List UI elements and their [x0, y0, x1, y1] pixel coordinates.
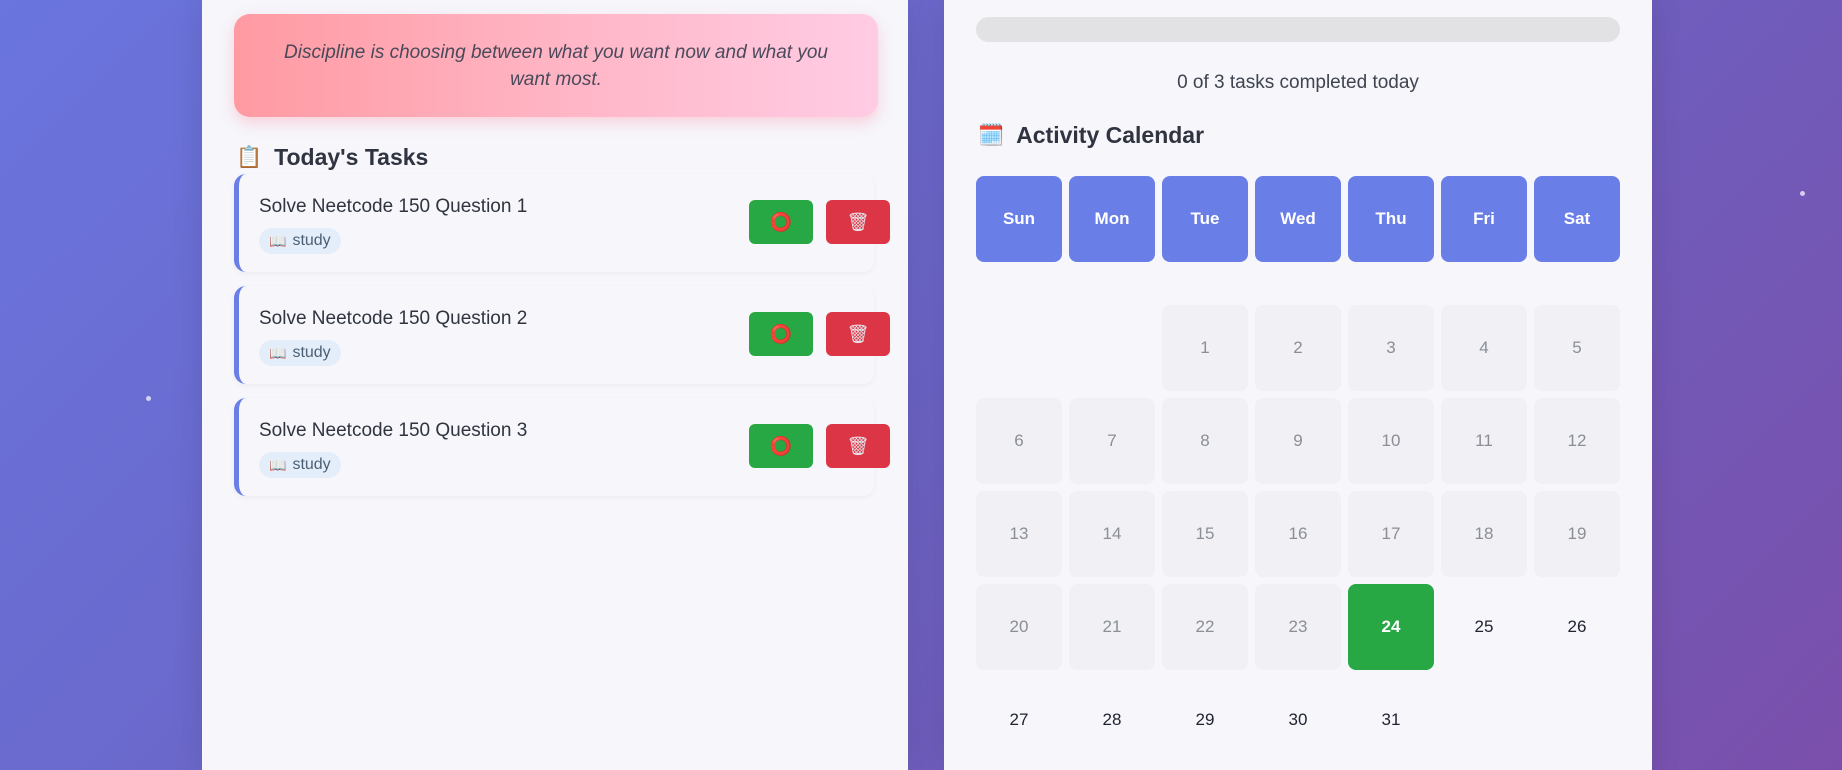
calendar-day[interactable]: 2 — [1255, 305, 1341, 391]
calendar-day[interactable]: 8 — [1162, 398, 1248, 484]
calendar-day[interactable]: 10 — [1348, 398, 1434, 484]
delete-task-button[interactable]: 🗑 — [826, 424, 890, 468]
complete-task-button[interactable]: ⭕ — [749, 424, 813, 468]
weekday-header: Sat — [1534, 176, 1620, 262]
calendar-day[interactable]: 11 — [1441, 398, 1527, 484]
book-icon: 📖 — [269, 232, 287, 249]
calendar-day[interactable]: 20 — [976, 584, 1062, 670]
progress-calendar-panel: 0 of 3 tasks completed today 🗓️ Activity… — [944, 0, 1652, 770]
calendar-icon: 🗓️ — [978, 123, 1005, 147]
calendar-day[interactable]: 23 — [1255, 584, 1341, 670]
circle-icon: ⭕ — [769, 435, 793, 456]
weekday-header: Sun — [976, 176, 1062, 262]
calendar-day[interactable]: 28 — [1069, 677, 1155, 763]
calendar-day[interactable]: 3 — [1348, 305, 1434, 391]
task-item: Solve Neetcode 150 Question 2 📖 study ⭕ … — [234, 286, 890, 384]
calendar-header: 🗓️ Activity Calendar — [978, 122, 1204, 149]
motivational-quote: Discipline is choosing between what you … — [234, 14, 878, 117]
calendar-day[interactable]: 22 — [1162, 584, 1248, 670]
circle-icon: ⭕ — [769, 211, 793, 232]
weekday-header: Fri — [1441, 176, 1527, 262]
calendar-day[interactable]: 26 — [1534, 584, 1620, 670]
calendar-day-today[interactable]: 24 — [1348, 584, 1434, 670]
book-icon: 📖 — [269, 456, 287, 473]
progress-bar — [976, 17, 1620, 42]
task-item: Solve Neetcode 150 Question 1 📖 study ⭕ … — [234, 174, 890, 272]
task-title: Solve Neetcode 150 Question 2 — [259, 308, 528, 329]
progress-text: 0 of 3 tasks completed today — [1177, 72, 1419, 93]
calendar-day[interactable]: 13 — [976, 491, 1062, 577]
category-tag: 📖 study — [259, 228, 341, 254]
task-title: Solve Neetcode 150 Question 3 — [259, 420, 528, 441]
task-title: Solve Neetcode 150 Question 1 — [259, 196, 528, 217]
quote-text: Discipline is choosing between what you … — [284, 41, 828, 90]
tasks-panel: Discipline is choosing between what you … — [202, 0, 908, 770]
calendar-day[interactable]: 12 — [1534, 398, 1620, 484]
complete-task-button[interactable]: ⭕ — [749, 312, 813, 356]
calendar-day[interactable]: 1 — [1162, 305, 1248, 391]
category-tag: 📖 study — [259, 340, 341, 366]
task-item: Solve Neetcode 150 Question 3 📖 study ⭕ … — [234, 398, 890, 496]
clipboard-icon: 📋 — [236, 145, 263, 169]
trash-icon: 🗑 — [846, 323, 870, 344]
trash-icon: 🗑 — [846, 211, 870, 232]
calendar-day[interactable]: 5 — [1534, 305, 1620, 391]
calendar-day[interactable]: 25 — [1441, 584, 1527, 670]
circle-icon: ⭕ — [769, 323, 793, 344]
calendar-day[interactable]: 14 — [1069, 491, 1155, 577]
background-sparkle — [146, 396, 151, 401]
calendar-day[interactable]: 27 — [976, 677, 1062, 763]
calendar-day[interactable]: 4 — [1441, 305, 1527, 391]
calendar-title: Activity Calendar — [1016, 122, 1205, 148]
delete-task-button[interactable]: 🗑 — [826, 312, 890, 356]
delete-task-button[interactable]: 🗑 — [826, 200, 890, 244]
calendar-day[interactable]: 30 — [1255, 677, 1341, 763]
weekday-header: Wed — [1255, 176, 1341, 262]
weekday-header: Tue — [1162, 176, 1248, 262]
tasks-title: Today's Tasks — [274, 144, 429, 170]
calendar-day[interactable]: 7 — [1069, 398, 1155, 484]
category-label: study — [292, 232, 331, 249]
book-icon: 📖 — [269, 344, 287, 361]
weekday-header: Mon — [1069, 176, 1155, 262]
weekday-header: Thu — [1348, 176, 1434, 262]
category-label: study — [292, 344, 331, 361]
calendar-day[interactable]: 21 — [1069, 584, 1155, 670]
trash-icon: 🗑 — [846, 435, 870, 456]
calendar-day[interactable]: 18 — [1441, 491, 1527, 577]
calendar-day[interactable]: 6 — [976, 398, 1062, 484]
category-tag: 📖 study — [259, 452, 341, 478]
calendar-day[interactable]: 17 — [1348, 491, 1434, 577]
calendar-day[interactable]: 16 — [1255, 491, 1341, 577]
calendar-day[interactable]: 19 — [1534, 491, 1620, 577]
calendar-day[interactable]: 31 — [1348, 677, 1434, 763]
calendar-day[interactable]: 29 — [1162, 677, 1248, 763]
category-label: study — [292, 456, 331, 473]
calendar-day[interactable]: 9 — [1255, 398, 1341, 484]
calendar-day[interactable]: 15 — [1162, 491, 1248, 577]
complete-task-button[interactable]: ⭕ — [749, 200, 813, 244]
background-sparkle — [1800, 191, 1805, 196]
tasks-header: 📋 Today's Tasks — [236, 144, 428, 171]
